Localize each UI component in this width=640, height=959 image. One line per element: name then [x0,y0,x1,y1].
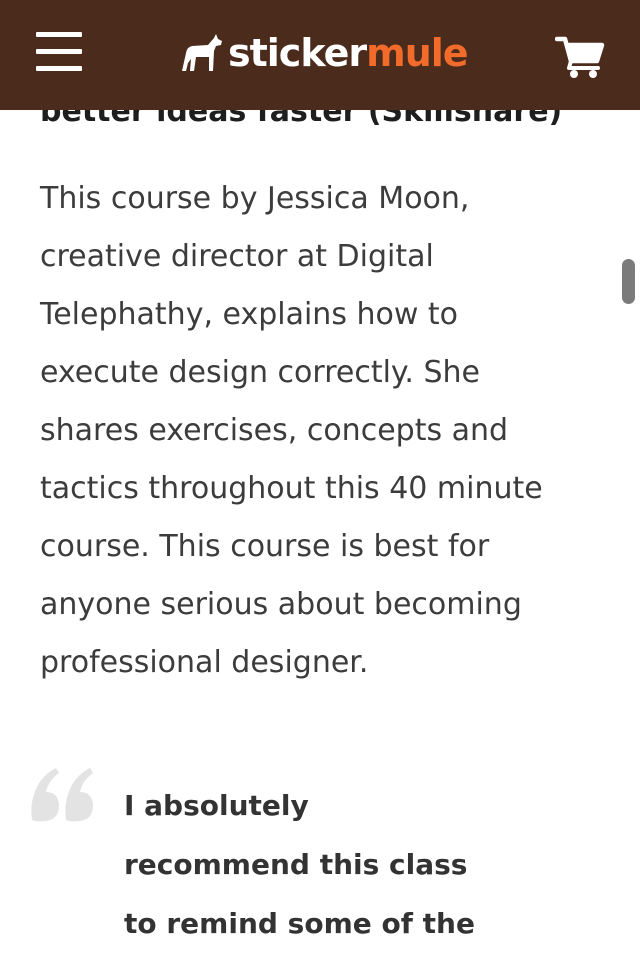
mule-logo-icon [182,34,222,71]
paragraph-line: professional designer. [40,645,369,680]
paragraph-line: shares exercises, concepts and [40,413,509,448]
paragraph-line: execute design correctly. She [40,355,480,390]
paragraph-line: creative director at Digital [40,239,434,274]
scrollbar-thumb[interactable] [622,259,635,304]
shopping-cart-icon[interactable] [554,35,605,79]
quote-line: I absolutely [124,789,309,822]
paragraph-line: anyone serious about becoming [40,587,522,622]
page: sticker mule better ideas faster (Skillsh… [0,0,640,959]
hamburger-menu-icon[interactable] [36,32,82,72]
logo-text-sticker: sticker [228,31,367,75]
quote-line: recommend this class [124,848,468,881]
site-header: sticker mule [0,0,640,110]
article-paragraph: This course by Jessica Moon, creative di… [40,170,610,692]
stickermule-logo[interactable]: sticker mule [180,28,469,78]
paragraph-line: tactics throughout this 40 minute [40,471,543,506]
paragraph-line: This course by Jessica Moon, [40,181,470,216]
quote-line: to remind some of the [124,907,475,940]
testimonial-quote: I absolutely recommend this class to rem… [124,776,544,953]
paragraph-line: Telephathy, explains how to [40,297,459,332]
quote-mark-icon [31,768,93,822]
logo-text-mule: mule [366,31,468,75]
paragraph-line: course. This course is best for [40,529,490,564]
